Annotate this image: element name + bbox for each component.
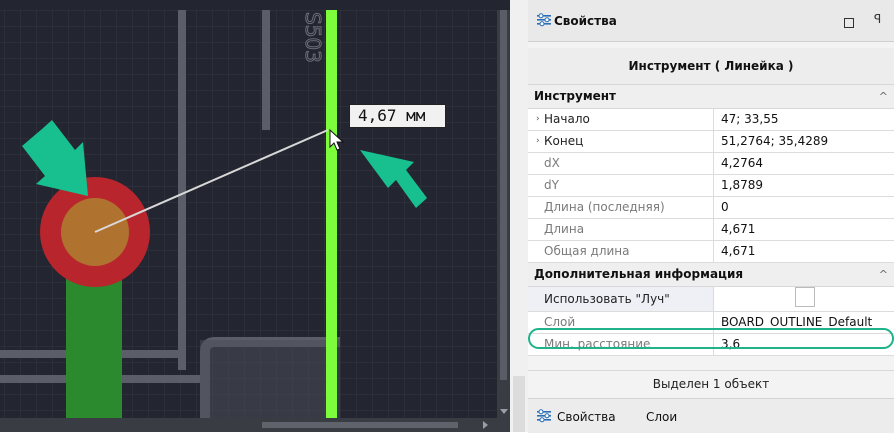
property-row: dX 4,2764 [528,153,894,175]
property-value[interactable]: 51,2764; 35,4289 [721,131,828,152]
property-name: Мин. расстояние [528,334,714,355]
property-name: Общая длина [528,241,714,262]
property-name: dX [528,153,714,174]
vertical-scroll-thumb[interactable] [500,10,507,380]
property-row: Длина (последняя) 0 [528,197,894,219]
horizontal-scrollbar[interactable] [0,418,510,432]
property-row[interactable]: › Конец 51,2764; 35,4289 [528,131,894,153]
component-body [200,340,340,418]
property-row: dY 1,8789 [528,175,894,197]
use-ray-checkbox[interactable] [795,287,815,307]
panel-header: Свойства ꟼ [528,0,894,42]
scroll-down-icon[interactable] [500,409,508,414]
properties-icon [536,408,552,429]
category-label: Дополнительная информация [534,267,744,281]
property-name: dY [528,175,714,196]
property-value: 4,671 [721,244,756,258]
property-row[interactable]: Слой BOARD_OUTLINE_Default [528,312,894,334]
properties-panel: Свойства ꟼ Инструмент ( Линейка ) Инстру… [528,0,894,433]
collapse-icon[interactable]: ^ [879,263,888,286]
vertical-scrollbar[interactable] [497,10,510,418]
category-tool[interactable]: Инструмент ^ [528,85,894,109]
property-value: 1,8789 [721,178,763,192]
selection-type: Инструмент ( Линейка ) [528,48,894,84]
selection-status: Выделен 1 объект [528,370,894,397]
reference-designator: S503 [300,12,340,82]
tab-layers[interactable]: Слои [646,408,677,426]
panel-tabs: Свойства Слои [528,398,894,433]
property-name: Длина [528,219,714,240]
property-grid: Инструмент ^ › Начало 47; 33,55 › Конец … [528,84,894,356]
tab-properties[interactable]: Свойства [536,408,616,426]
tab-label: Свойства [557,410,616,424]
property-value: 0 [721,200,729,214]
splitter[interactable] [510,0,528,432]
property-value[interactable]: 3,6 [721,334,740,355]
reference-designator-text: S503 [301,12,325,63]
maximize-icon[interactable] [844,18,854,28]
property-value[interactable]: BOARD_OUTLINE_Default [721,312,872,333]
property-name: Конец [528,131,714,152]
horizontal-scroll-thumb[interactable] [262,422,458,428]
measurement-label: 4,67 мм [349,104,446,128]
pin-icon[interactable]: ꟼ [874,12,881,26]
pcb-drawing[interactable] [0,0,497,418]
property-name: Использовать "Луч" [528,287,714,311]
properties-icon [536,13,552,30]
panel-title: Свойства [554,14,617,28]
splitter-grip [513,376,525,432]
property-value: 4,2764 [721,156,763,170]
property-row[interactable]: Мин. расстояние 3,6 [528,334,894,356]
property-name: Слой [528,312,714,333]
property-name: Длина (последняя) [528,197,714,218]
property-row[interactable]: › Начало 47; 33,55 [528,109,894,131]
property-value[interactable]: 47; 33,55 [721,109,778,130]
category-label: Инструмент [534,89,617,103]
property-row[interactable]: Использовать "Луч" [528,287,894,312]
tab-label: Слои [646,410,678,424]
property-row: Общая длина 4,671 [528,241,894,263]
scroll-right-icon[interactable] [483,421,488,429]
property-value: 4,671 [721,222,756,236]
property-name: Начало [528,109,714,130]
property-row: Длина 4,671 [528,219,894,241]
category-additional-info[interactable]: Дополнительная информация ^ [528,263,894,287]
collapse-icon[interactable]: ^ [879,85,888,108]
pcb-canvas[interactable]: S503 4,67 мм [0,0,510,432]
